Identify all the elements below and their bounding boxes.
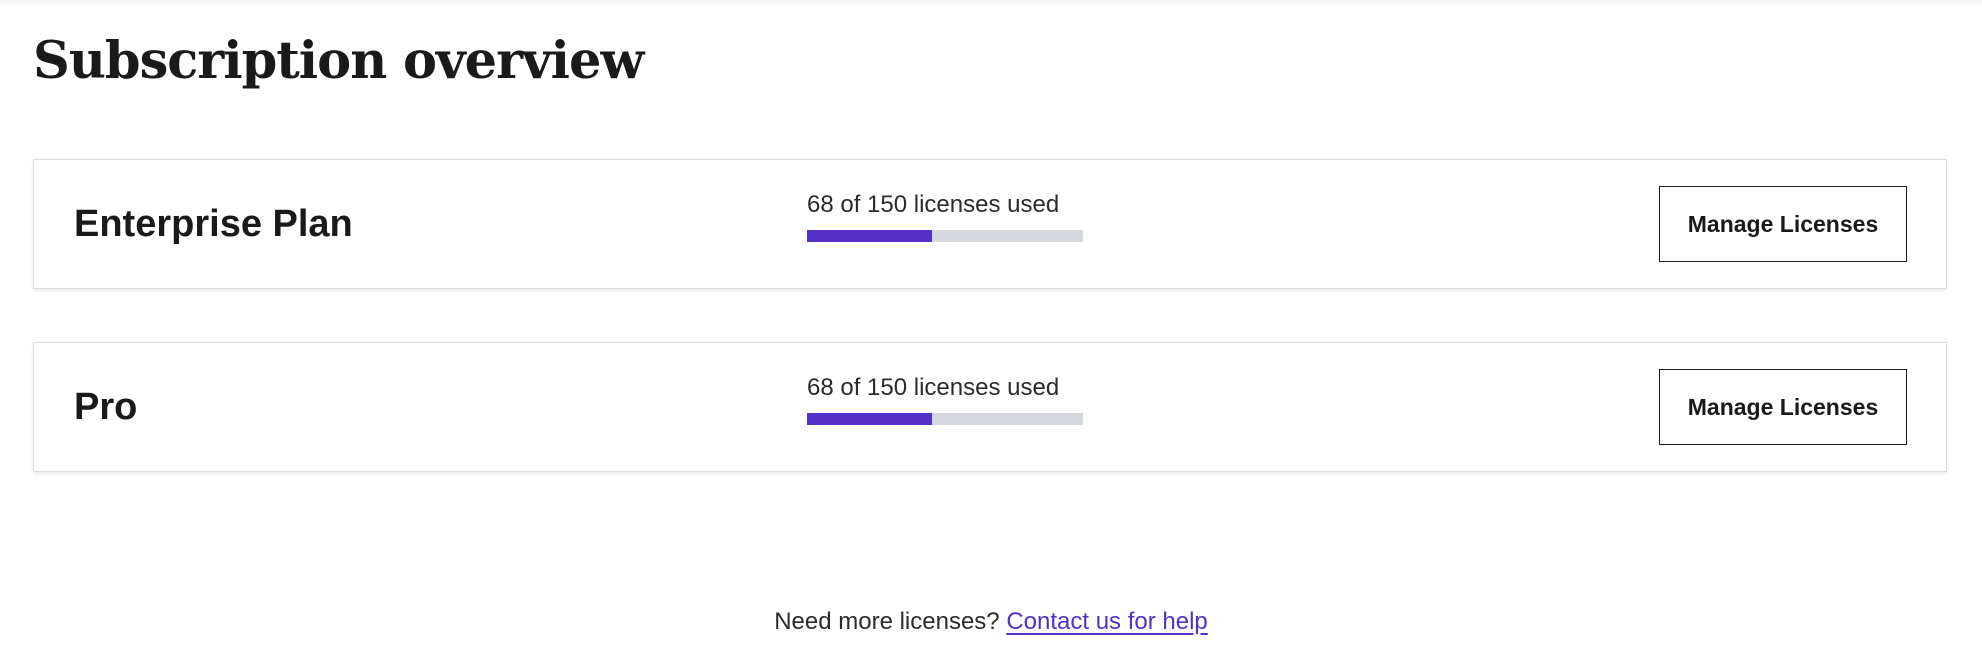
license-progress-fill — [807, 230, 933, 242]
plan-name: Enterprise Plan — [74, 202, 353, 245]
top-shadow — [0, 0, 1982, 6]
manage-licenses-button[interactable]: Manage Licenses — [1659, 186, 1907, 262]
contact-help-link[interactable]: Contact us for help — [1006, 608, 1207, 635]
license-usage-text: 68 of 150 licenses used — [807, 191, 1060, 218]
manage-licenses-button[interactable]: Manage Licenses — [1659, 369, 1907, 445]
license-progress-track — [807, 230, 1083, 242]
plan-name: Pro — [74, 385, 138, 428]
license-progress-fill — [807, 413, 933, 425]
footer-prompt: Need more licenses? — [774, 608, 1000, 635]
license-usage: 68 of 150 licenses used — [807, 373, 1087, 425]
plan-card-enterprise: Enterprise Plan 68 of 150 licenses used … — [33, 159, 1947, 289]
license-progress-track — [807, 413, 1083, 425]
footer-help-note: Need more licenses? Contact us for help — [0, 604, 1982, 640]
plan-card-pro: Pro 68 of 150 licenses used Manage Licen… — [33, 342, 1947, 472]
license-usage-text: 68 of 150 licenses used — [807, 374, 1060, 401]
page-title: Subscription overview — [33, 31, 644, 91]
license-usage: 68 of 150 licenses used — [807, 190, 1087, 242]
